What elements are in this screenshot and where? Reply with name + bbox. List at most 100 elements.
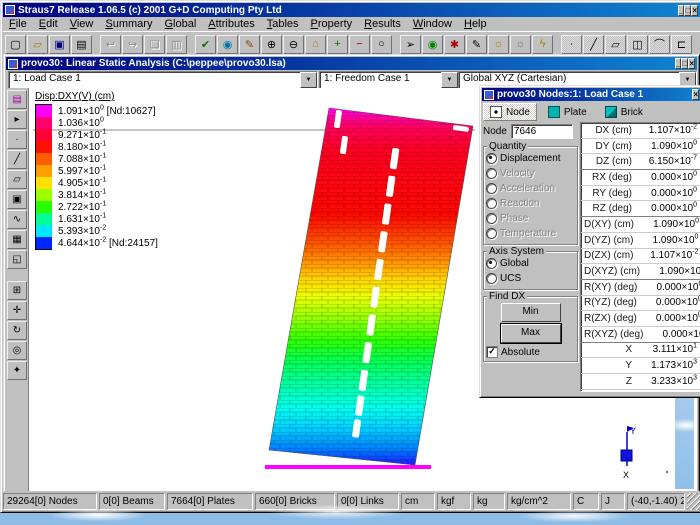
rotate-view-icon[interactable]: ↻ (7, 321, 27, 340)
menu-item-property[interactable]: Property (305, 18, 359, 30)
select-brick-icon[interactable]: ▣ (7, 190, 27, 209)
dropdown-arrow-icon[interactable]: ▼ (441, 72, 458, 88)
status-cell: kg/cm^2 (507, 493, 571, 510)
select-link-icon[interactable]: ∿ (7, 210, 27, 229)
quantity-option-displacement[interactable]: Displacement (486, 151, 575, 166)
dropdown-arrow-icon[interactable]: ▼ (300, 72, 317, 88)
menu-item-edit[interactable]: Edit (33, 18, 64, 30)
select-arrow-icon[interactable]: ▸ (7, 110, 27, 129)
scale-up-icon[interactable]: + (327, 35, 348, 54)
light-on-icon[interactable]: ☼ (488, 35, 509, 54)
axis-system-group-title: Axis System (487, 246, 546, 257)
result-label: D(YZ) (cm) (584, 235, 638, 246)
select-region-icon[interactable]: ◱ (7, 250, 27, 269)
node-panel-title: provo30 Nodes:1: Load Case 1 (497, 89, 689, 100)
axis-triad: Y X (621, 426, 668, 480)
axis-system-radio[interactable] (486, 273, 497, 284)
find-max-button[interactable]: Max (501, 324, 561, 343)
zoom-out-icon[interactable]: ⊖ (283, 35, 304, 54)
new-file-icon[interactable]: ▢ (5, 35, 26, 54)
result-row: DX (cm)1.107×10-2 (581, 123, 700, 139)
close-button[interactable]: × (692, 89, 699, 100)
select-node-icon[interactable]: ∙ (7, 130, 27, 149)
world-icon[interactable]: ◉ (422, 35, 443, 54)
print-icon[interactable]: ▤ (71, 35, 92, 54)
redraw-icon[interactable]: ✦ (7, 361, 27, 380)
quantity-option-phase: Phase (486, 211, 575, 226)
legend-value-label: 8.180×10-1 (58, 142, 106, 153)
zoom-in-icon[interactable]: ⊕ (261, 35, 282, 54)
node-panel-titlebar[interactable]: provo30 Nodes:1: Load Case 1 × (482, 88, 700, 101)
draw-link-icon[interactable]: ⌒ (649, 35, 670, 54)
scale-down-icon[interactable]: − (349, 35, 370, 54)
status-cell: cm (401, 493, 435, 510)
axis-system-option-global[interactable]: Global (486, 256, 575, 271)
menu-item-view[interactable]: View (64, 18, 100, 30)
resize-grip[interactable] (687, 493, 700, 510)
axis-system-option-ucs[interactable]: UCS (486, 271, 575, 286)
axis-system-radio[interactable] (486, 258, 497, 269)
status-cell: 7664[0] Plates (167, 493, 253, 510)
legend-color-swatch (35, 237, 52, 250)
menu-item-file[interactable]: File (3, 18, 33, 30)
select-beam-icon[interactable]: ╱ (7, 150, 27, 169)
erase-icon[interactable]: ⊏ (671, 35, 692, 54)
close-button[interactable]: × (691, 5, 698, 16)
axis-system-group: Axis System GlobalUCS (483, 251, 578, 290)
pan-view-icon[interactable]: ✛ (7, 301, 27, 320)
zoom-fit-icon[interactable]: ⌂ (305, 35, 326, 54)
select-face-icon[interactable]: ▦ (7, 230, 27, 249)
close-button[interactable]: × (688, 58, 695, 69)
sketch-icon[interactable]: ✎ (466, 35, 487, 54)
result-label: R(ZX) (deg) (584, 313, 642, 324)
result-value: 1.173×103 (637, 360, 697, 371)
menu-item-summary[interactable]: Summary (99, 18, 158, 30)
draw-plate-icon[interactable]: ▱ (605, 35, 626, 54)
result-value: 1.107×10-2 (637, 125, 697, 136)
light-off-icon[interactable]: ☼ (510, 35, 531, 54)
quantity-group-title: Quantity (487, 141, 528, 152)
zoom-window-icon[interactable]: ⊞ (7, 281, 27, 300)
menu-item-global[interactable]: Global (158, 18, 202, 30)
legend-title: Disp:DXY(V) (cm) (35, 91, 158, 102)
result-row: RZ (deg)0.000×100 (581, 201, 700, 217)
entity-tab-plate[interactable]: Plate (541, 103, 594, 121)
quantity-radio[interactable] (486, 153, 497, 164)
window-title: Straus7 Release 1.06.5 (c) 2001 G+D Comp… (18, 5, 675, 16)
titlebar[interactable]: Straus7 Release 1.06.5 (c) 2001 G+D Comp… (3, 3, 700, 17)
entity-tab-brick[interactable]: Brick (598, 103, 650, 121)
draw-node-icon[interactable]: ∙ (561, 35, 582, 54)
result-label: DX (cm) (584, 125, 637, 136)
node-number-input[interactable] (511, 124, 573, 139)
flash-icon[interactable]: ϟ (532, 35, 553, 54)
check-model-icon[interactable]: ✔ (195, 35, 216, 54)
save-icon[interactable]: ▣ (49, 35, 70, 54)
dynamic-rotate-icon[interactable]: ◎ (7, 341, 27, 360)
edit-elements-icon[interactable]: ✎ (239, 35, 260, 54)
refresh-icon[interactable]: ✱ (444, 35, 465, 54)
select-plate-icon[interactable]: ▱ (7, 170, 27, 189)
menu-item-attributes[interactable]: Attributes (202, 18, 260, 30)
absolute-checkbox-row[interactable]: ✓ Absolute (486, 346, 575, 358)
draw-beam-icon[interactable]: ╱ (583, 35, 604, 54)
freedom-case-combo[interactable]: 1: Freedom Case 1▼ (319, 71, 459, 89)
entity-tab-node[interactable]: Node (483, 103, 537, 121)
result-row: R(XYZ) (deg)0.000×100 (581, 327, 700, 343)
menu-item-help[interactable]: Help (458, 18, 493, 30)
menu-item-window[interactable]: Window (407, 18, 458, 30)
absolute-checkbox[interactable]: ✓ (486, 346, 498, 358)
find-min-button[interactable]: Min (501, 303, 561, 322)
magnify-icon[interactable]: ○ (371, 35, 392, 54)
contour-legend-icon[interactable]: ▤ (7, 90, 27, 109)
draw-brick-icon[interactable]: ◫ (627, 35, 648, 54)
status-cell: (-40,-1.40) 29.20% Model (627, 493, 685, 510)
model-window-titlebar[interactable]: provo30: Linear Static Analysis (C:\pepp… (6, 57, 697, 70)
application-window: Straus7 Release 1.06.5 (c) 2001 G+D Comp… (0, 0, 700, 513)
globe-view-icon[interactable]: ◉ (217, 35, 238, 54)
menu-item-tables[interactable]: Tables (261, 18, 305, 30)
legend-value-label: 1.091×100 [Nd:10627] (58, 106, 156, 117)
open-folder-icon[interactable]: ▱ (27, 35, 48, 54)
select-pointer-icon[interactable]: ➢ (400, 35, 421, 54)
load-case-combo[interactable]: 1: Load Case 1▼ (8, 71, 318, 89)
menu-item-results[interactable]: Results (358, 18, 407, 30)
